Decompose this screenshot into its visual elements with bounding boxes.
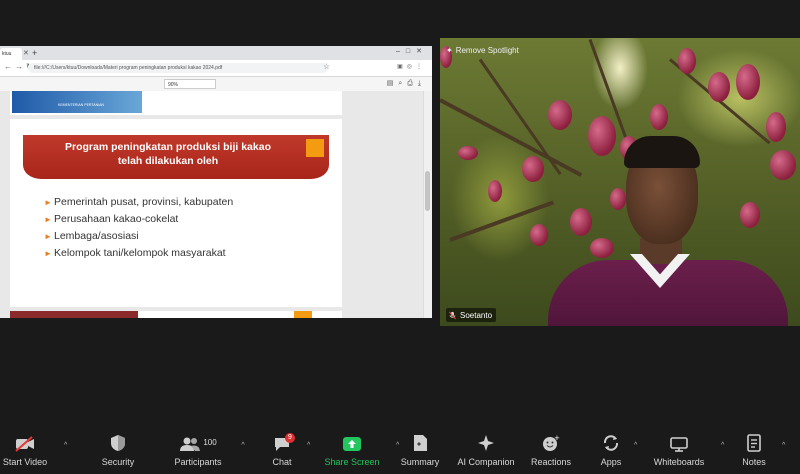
cacao-pod (678, 48, 696, 74)
notes-options-caret-icon[interactable]: ^ (782, 442, 785, 449)
slide-title-banner: Program peningkatan produksi biji kakao … (23, 135, 329, 179)
bullet-arrow-icon: ► (44, 232, 52, 241)
summary-button[interactable]: Summary (399, 428, 441, 474)
window-controls[interactable]: –□✕ (396, 47, 428, 55)
pdf-scrollbar[interactable] (423, 91, 432, 318)
participants-count: 100 (203, 438, 217, 447)
browser-tab-bar: ktuu ✕ + –□✕ (0, 46, 432, 60)
remove-spotlight-button[interactable]: ✦ Remove Spotlight (446, 43, 519, 57)
start-video-button[interactable]: ^ Start Video (0, 428, 67, 474)
chat-button[interactable]: 9 ^ Chat (268, 428, 310, 474)
share-screen-button[interactable]: ^ Share Screen (324, 428, 399, 474)
previous-slide-page: KEMENTERIAN PERTANIAN (10, 91, 342, 115)
cacao-pod (458, 146, 478, 160)
smiley-plus-icon: + (543, 434, 560, 451)
new-tab-icon[interactable]: + (32, 47, 37, 59)
participant-name: Soetanto (460, 310, 493, 320)
speaker-hair (624, 136, 700, 168)
pdf-scrollbar-thumb[interactable] (425, 171, 430, 211)
svg-text:+: + (554, 434, 560, 442)
apps-button[interactable]: ^ Apps (598, 428, 637, 474)
slide-title: Program peningkatan produksi biji kakao … (65, 141, 271, 167)
browser-tab[interactable]: ktuu (0, 48, 22, 60)
bullet-arrow-icon: ► (44, 198, 52, 207)
spotlight-pin-icon: ✦ (446, 45, 453, 55)
cacao-pod (708, 72, 730, 102)
ai-companion-button[interactable]: AI Companion (456, 428, 516, 474)
next-slide-orange-band (294, 311, 312, 318)
notes-button[interactable]: ^ Notes (740, 428, 785, 474)
bullet-arrow-icon: ► (44, 249, 52, 258)
pdf-tool-icons[interactable]: ▤⌕⎙⤓ (387, 79, 426, 88)
notes-icon (747, 434, 761, 452)
bullet-item: ► Perusahaan kakao-cokelat (44, 211, 233, 228)
pdf-viewer: KEMENTERIAN PERTANIAN Program peningkata… (0, 91, 432, 318)
participants-options-caret-icon[interactable]: ^ (241, 442, 244, 449)
security-button[interactable]: Security (97, 428, 139, 474)
tab-close-icon[interactable]: ✕ (23, 48, 29, 60)
mic-muted-icon (449, 311, 456, 319)
bullet-item: ► Kelompok tani/kelompok masyarakat (44, 245, 233, 262)
next-slide-red-band (10, 311, 138, 318)
cacao-pod (530, 224, 548, 246)
bullet-item: ► Lembaga/asosiasi (44, 228, 233, 245)
url-field[interactable]: file:///C:/Users/ktuu/Downloads/Materi p… (28, 63, 328, 73)
share-screen-icon (343, 437, 361, 451)
shield-icon (111, 435, 125, 451)
remove-spotlight-label: Remove Spotlight (455, 45, 519, 55)
whiteboards-options-caret-icon[interactable]: ^ (721, 442, 724, 449)
video-options-caret-icon[interactable]: ^ (64, 442, 67, 449)
meeting-toolbar: ^ Start Video Security 100 ^ Participant… (0, 428, 800, 474)
apps-icon (603, 435, 619, 451)
previous-slide-image: KEMENTERIAN PERTANIAN (12, 91, 142, 113)
participants-button[interactable]: 100 ^ Participants (172, 428, 245, 474)
summary-document-icon (414, 435, 427, 451)
bullet-item: ► Pemerintah pusat, provinsi, kabupaten (44, 194, 233, 211)
bookmark-star-icon[interactable]: ☆ (323, 62, 330, 71)
apps-options-caret-icon[interactable]: ^ (634, 442, 637, 449)
cacao-pod (522, 156, 544, 182)
browser-address-bar: ←→↻ file:///C:/Users/ktuu/Downloads/Mate… (0, 60, 432, 77)
reactions-button[interactable]: + Reactions (530, 428, 572, 474)
slide-bullet-list: ► Pemerintah pusat, provinsi, kabupaten ►… (44, 194, 233, 262)
chat-options-caret-icon[interactable]: ^ (307, 442, 310, 449)
slide-accent-square (306, 139, 324, 157)
whiteboard-icon (670, 437, 688, 452)
next-slide-page (10, 311, 342, 318)
pdf-toolbar: 90% ▤⌕⎙⤓ (0, 77, 432, 92)
cacao-pod (488, 180, 502, 202)
bullet-arrow-icon: ► (44, 215, 52, 224)
chat-unread-badge: 9 (285, 433, 295, 443)
whiteboards-button[interactable]: ^ Whiteboards (652, 428, 724, 474)
participant-name-tag: Soetanto (446, 308, 497, 322)
current-slide-page: Program peningkatan produksi biji kakao … (10, 119, 342, 307)
extension-icons[interactable]: ▣◎⋮ (397, 63, 426, 70)
previous-slide-caption: KEMENTERIAN PERTANIAN (58, 103, 104, 107)
speaker-figure (548, 120, 788, 326)
shared-screen: ktuu ✕ + –□✕ ←→↻ file:///C:/Users/ktuu/D… (0, 46, 432, 318)
speaker-video-tile[interactable]: ✦ Remove Spotlight Soetanto (440, 38, 800, 326)
participants-icon (180, 437, 201, 451)
pdf-zoom-select[interactable]: 90% (164, 79, 216, 89)
cacao-pod (736, 64, 760, 100)
sparkle-icon (478, 435, 494, 451)
video-off-icon (15, 436, 34, 452)
